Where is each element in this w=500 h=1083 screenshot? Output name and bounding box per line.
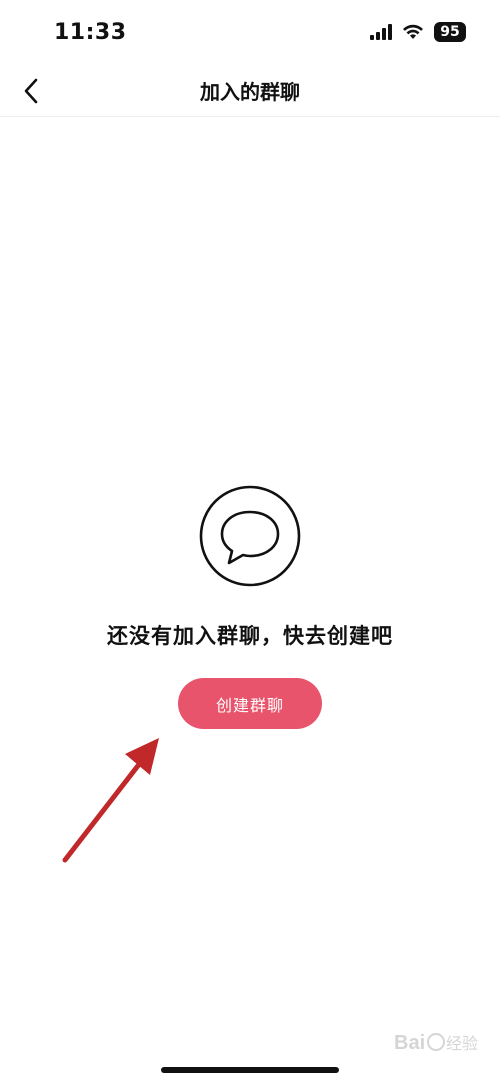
svg-text:Bai: Bai — [394, 1032, 425, 1054]
battery-icon: 95 — [434, 22, 466, 42]
chat-bubble-icon — [199, 485, 301, 587]
page-title: 加入的群聊 — [200, 80, 300, 104]
annotation-arrow-icon — [62, 738, 159, 863]
screen: 11:33 95 加入的群聊 还没有加入群聊，快去创建吧 创建群聊 Bai 经验 — [0, 0, 500, 1083]
nav-bar: 加入的群聊 — [0, 66, 500, 117]
status-icons: 95 — [370, 22, 466, 42]
empty-state-message: 还没有加入群聊，快去创建吧 — [107, 624, 393, 648]
status-time: 11:33 — [54, 20, 127, 45]
create-group-button[interactable]: 创建群聊 — [178, 678, 322, 729]
baidu-jingyan-watermark-icon: Bai 经验 — [394, 1032, 478, 1054]
wifi-icon — [403, 24, 423, 39]
svg-text:经验: 经验 — [446, 1034, 478, 1053]
home-indicator — [161, 1067, 339, 1073]
status-bar: 11:33 95 — [0, 0, 500, 66]
signal-icon — [370, 24, 392, 40]
